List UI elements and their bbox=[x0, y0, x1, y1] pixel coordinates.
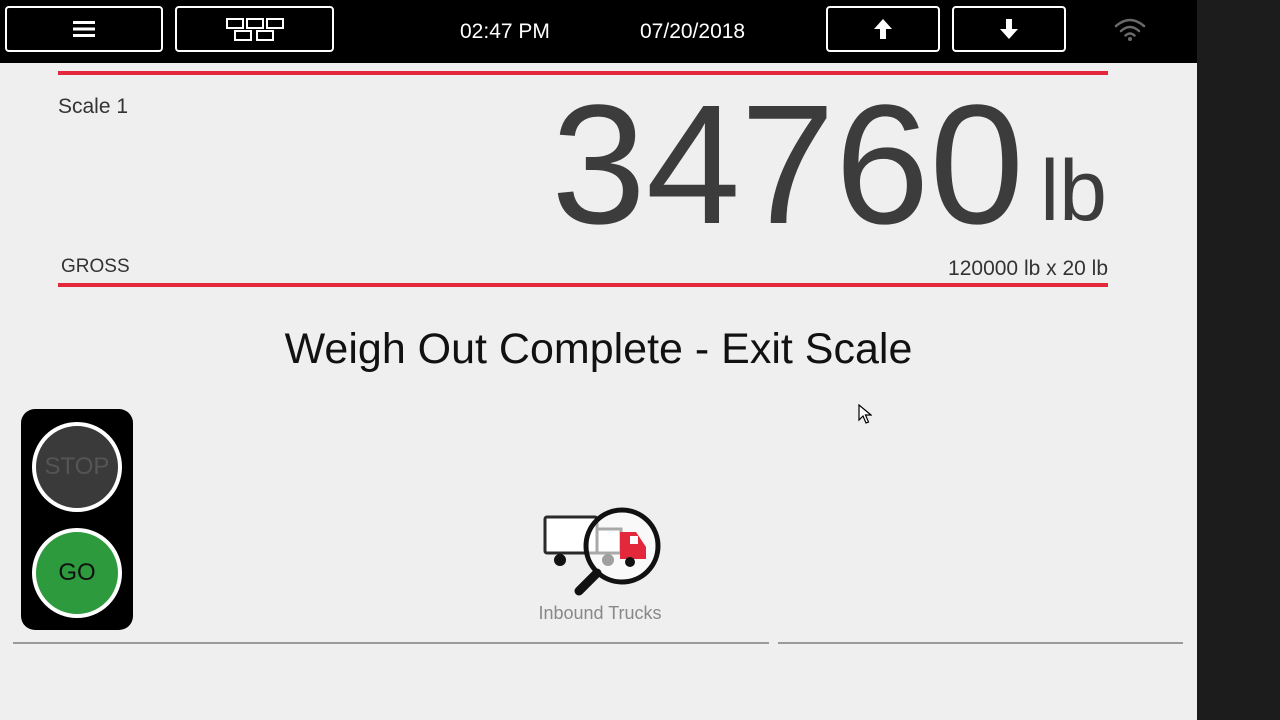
weight-panel-bottom-rule bbox=[58, 283, 1108, 287]
stop-light-label: STOP bbox=[44, 453, 110, 480]
menu-button[interactable] bbox=[5, 6, 163, 52]
arrow-up-icon bbox=[874, 19, 892, 39]
status-message: Weigh Out Complete - Exit Scale bbox=[284, 325, 913, 373]
top-toolbar: 02:47 PM 07/20/2018 bbox=[0, 0, 1197, 63]
clock-time: 02:47 PM bbox=[460, 20, 550, 43]
side-frame bbox=[1197, 0, 1280, 720]
go-light-label: GO bbox=[58, 559, 96, 586]
scroll-down-button[interactable] bbox=[952, 6, 1066, 52]
go-light[interactable]: GO bbox=[32, 528, 122, 618]
current-date: 07/20/2018 bbox=[640, 20, 746, 43]
stop-light[interactable]: STOP bbox=[32, 422, 122, 512]
layout-button[interactable] bbox=[175, 6, 334, 52]
truck-search-icon bbox=[543, 507, 661, 596]
weight-display: 34760 lb bbox=[551, 80, 1107, 250]
arrow-down-icon bbox=[1000, 19, 1018, 39]
scale-name: Scale 1 bbox=[58, 95, 129, 118]
footer-divider-right bbox=[778, 642, 1183, 644]
weigh-mode-label: GROSS bbox=[61, 256, 130, 277]
weight-value: 34760 bbox=[551, 70, 1025, 260]
scale-terminal-screen: 02:47 PM 07/20/2018 Scale 1 34760 lb GRO… bbox=[0, 0, 1197, 720]
wifi-icon bbox=[1114, 18, 1146, 41]
scale-capacity: 120000 lb x 20 lb bbox=[948, 257, 1108, 280]
inbound-trucks-button[interactable]: Inbound Trucks bbox=[520, 505, 680, 630]
weight-unit: lb bbox=[1040, 143, 1107, 239]
hamburger-menu-icon bbox=[73, 21, 95, 37]
traffic-light[interactable]: STOP GO bbox=[21, 409, 133, 630]
grid-layout-icon bbox=[225, 18, 284, 41]
mouse-cursor-icon bbox=[858, 404, 872, 424]
inbound-trucks-label: Inbound Trucks bbox=[538, 603, 662, 623]
scroll-up-button[interactable] bbox=[826, 6, 940, 52]
footer-divider-left bbox=[13, 642, 769, 644]
